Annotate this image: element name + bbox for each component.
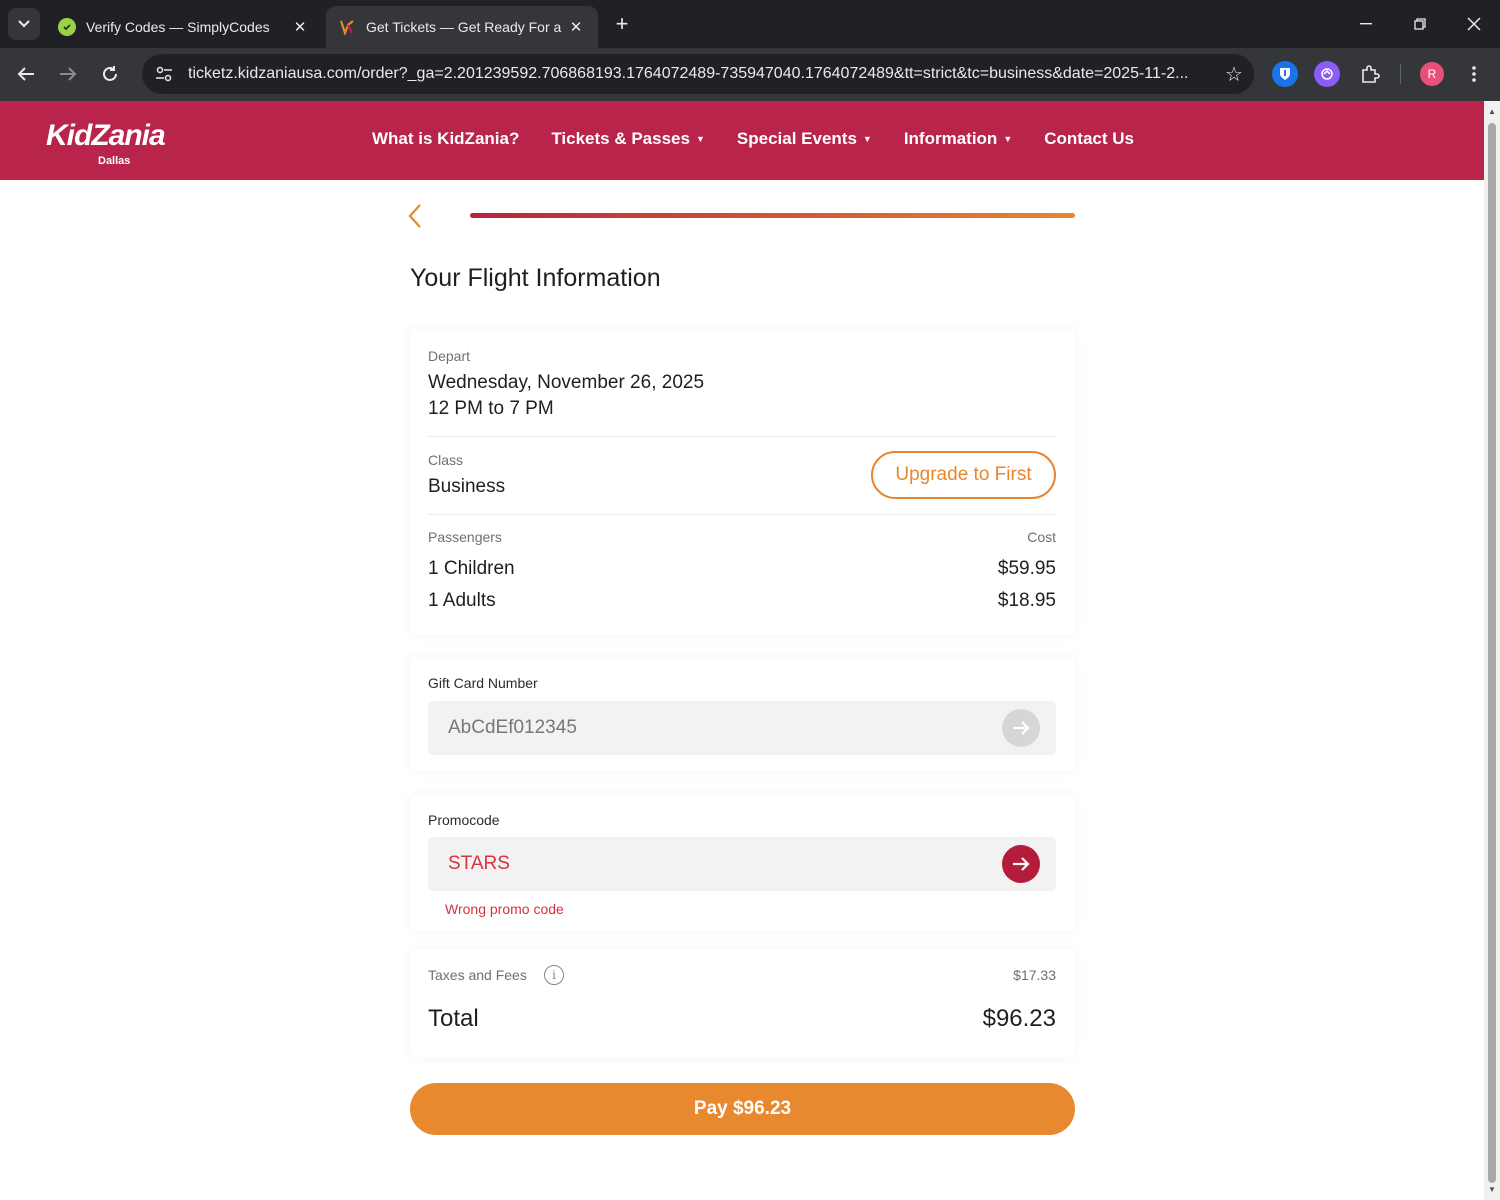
toolbar-separator bbox=[1400, 64, 1401, 84]
back-arrow-icon[interactable] bbox=[10, 58, 42, 90]
minimize-icon[interactable] bbox=[1346, 8, 1386, 40]
total-value: $96.23 bbox=[982, 1005, 1056, 1032]
nav-label: Special Events bbox=[736, 129, 857, 148]
arrow-right-icon bbox=[1013, 721, 1030, 735]
nav-label: Contact Us bbox=[1044, 129, 1134, 148]
class-label: Class bbox=[428, 452, 464, 468]
nav-information[interactable]: Information ▼ bbox=[904, 129, 1012, 149]
nav-what-is-kidzania[interactable]: What is KidZania? bbox=[372, 129, 519, 149]
main-nav: What is KidZania? Tickets & Passes ▼ Spe… bbox=[372, 129, 1166, 149]
tab-title: Get Tickets — Get Ready For a bbox=[366, 19, 562, 35]
cost-adults: $18.95 bbox=[997, 590, 1056, 611]
passenger-children: 1 Children bbox=[428, 558, 515, 579]
class-value: Business bbox=[428, 476, 506, 497]
depart-time: 12 PM to 7 PM bbox=[428, 398, 554, 419]
gift-card-input[interactable]: AbCdEf012345 bbox=[428, 701, 1056, 755]
more-options-icon[interactable] bbox=[1458, 58, 1490, 90]
cost-label: Cost bbox=[1027, 529, 1056, 545]
taxes-value: $17.33 bbox=[1013, 967, 1056, 983]
cost-children: $59.95 bbox=[997, 558, 1056, 579]
extension-icon[interactable] bbox=[1314, 61, 1340, 87]
promocode-value: STARS bbox=[448, 853, 510, 874]
window-close-icon[interactable] bbox=[1454, 8, 1494, 40]
gift-card-placeholder: AbCdEf012345 bbox=[448, 717, 577, 738]
caret-down-icon: ▼ bbox=[862, 134, 872, 144]
extensions-puzzle-icon[interactable] bbox=[1357, 61, 1383, 87]
tab-close-icon[interactable]: ✕ bbox=[290, 18, 310, 36]
bookmark-star-icon[interactable]: ☆ bbox=[1214, 62, 1254, 87]
gift-card-submit-button[interactable] bbox=[1002, 709, 1040, 747]
nav-contact-us[interactable]: Contact Us bbox=[1044, 129, 1134, 149]
kidzania-logo[interactable]: KidZania Dallas bbox=[46, 119, 166, 167]
checkout-progress-bar bbox=[470, 213, 1075, 218]
logo-location: Dallas bbox=[98, 155, 131, 167]
totals-section: Taxes and Fees i $17.33 Total $96.23 bbox=[410, 949, 1075, 1057]
address-bar[interactable]: ticketz.kidzaniausa.com/order?_ga=2.2012… bbox=[142, 54, 1254, 94]
new-tab-plus-icon[interactable]: + bbox=[608, 10, 636, 38]
profile-avatar[interactable]: R bbox=[1420, 62, 1444, 86]
caret-down-icon: ▼ bbox=[695, 134, 705, 144]
promocode-input[interactable]: STARS bbox=[428, 837, 1056, 891]
promocode-label: Promocode bbox=[428, 812, 500, 828]
divider bbox=[428, 436, 1056, 437]
info-icon[interactable]: i bbox=[544, 965, 564, 985]
nav-label: What is KidZania? bbox=[372, 129, 520, 148]
browser-tab-strip: Verify Codes — SimplyCodes ✕ Get Tickets… bbox=[0, 0, 1500, 48]
gift-card-section: Gift Card Number AbCdEf012345 bbox=[410, 657, 1075, 771]
bitwarden-extension-icon[interactable] bbox=[1272, 61, 1298, 87]
nav-special-events[interactable]: Special Events ▼ bbox=[737, 129, 872, 149]
depart-date: Wednesday, November 26, 2025 bbox=[428, 372, 705, 393]
gift-card-label: Gift Card Number bbox=[428, 675, 538, 691]
promocode-submit-button[interactable] bbox=[1002, 845, 1040, 883]
nav-label: Tickets & Passes bbox=[551, 129, 690, 148]
tab-close-icon[interactable]: ✕ bbox=[566, 18, 586, 36]
scrollbar-thumb[interactable] bbox=[1488, 123, 1496, 1183]
passenger-adults: 1 Adults bbox=[428, 590, 496, 611]
promocode-section: Promocode STARS Wrong promo code bbox=[410, 795, 1075, 931]
nav-label: Information bbox=[903, 129, 998, 148]
divider bbox=[428, 514, 1056, 515]
pay-button[interactable]: Pay $96.23 bbox=[410, 1083, 1075, 1135]
page-scrollbar[interactable]: ▲ ▼ bbox=[1484, 101, 1500, 1200]
nav-tickets-passes[interactable]: Tickets & Passes ▼ bbox=[551, 129, 705, 149]
simplycodes-favicon-icon bbox=[58, 18, 76, 36]
depart-label: Depart bbox=[428, 348, 471, 364]
caret-down-icon: ▼ bbox=[1003, 134, 1013, 144]
page-viewport: KidZania Dallas What is KidZania? Ticket… bbox=[0, 101, 1484, 1200]
tab-search-button[interactable] bbox=[8, 8, 40, 40]
site-info-icon[interactable] bbox=[146, 60, 182, 88]
browser-tab-kidzania[interactable]: Get Tickets — Get Ready For a ✕ bbox=[326, 6, 598, 48]
passengers-label: Passengers bbox=[428, 529, 502, 545]
reload-icon[interactable] bbox=[94, 58, 126, 90]
upgrade-to-first-button[interactable]: Upgrade to First bbox=[871, 451, 1056, 499]
step-back-chevron-icon[interactable] bbox=[404, 201, 428, 231]
scroll-down-icon[interactable]: ▼ bbox=[1484, 1181, 1500, 1197]
page-title: Your Flight Information bbox=[410, 264, 661, 292]
promocode-error: Wrong promo code bbox=[445, 901, 564, 917]
arrow-right-icon bbox=[1013, 857, 1030, 871]
browser-tab-simplycodes[interactable]: Verify Codes — SimplyCodes ✕ bbox=[46, 6, 322, 48]
forward-arrow-icon[interactable] bbox=[52, 58, 84, 90]
kidzania-favicon-icon bbox=[338, 18, 356, 36]
url-text: ticketz.kidzaniausa.com/order?_ga=2.2012… bbox=[188, 65, 1189, 82]
logo-wordmark: KidZania bbox=[46, 119, 166, 152]
total-label: Total bbox=[428, 1005, 479, 1032]
flight-info-card: Depart Wednesday, November 26, 2025 12 P… bbox=[410, 329, 1075, 635]
scroll-up-icon[interactable]: ▲ bbox=[1484, 103, 1500, 119]
taxes-label: Taxes and Fees bbox=[428, 967, 527, 983]
tab-title: Verify Codes — SimplyCodes bbox=[86, 19, 270, 35]
restore-icon[interactable] bbox=[1400, 8, 1440, 40]
browser-toolbar: ticketz.kidzaniausa.com/order?_ga=2.2012… bbox=[0, 48, 1500, 101]
chevron-down-icon bbox=[18, 20, 30, 28]
site-header: KidZania Dallas What is KidZania? Ticket… bbox=[0, 101, 1484, 180]
